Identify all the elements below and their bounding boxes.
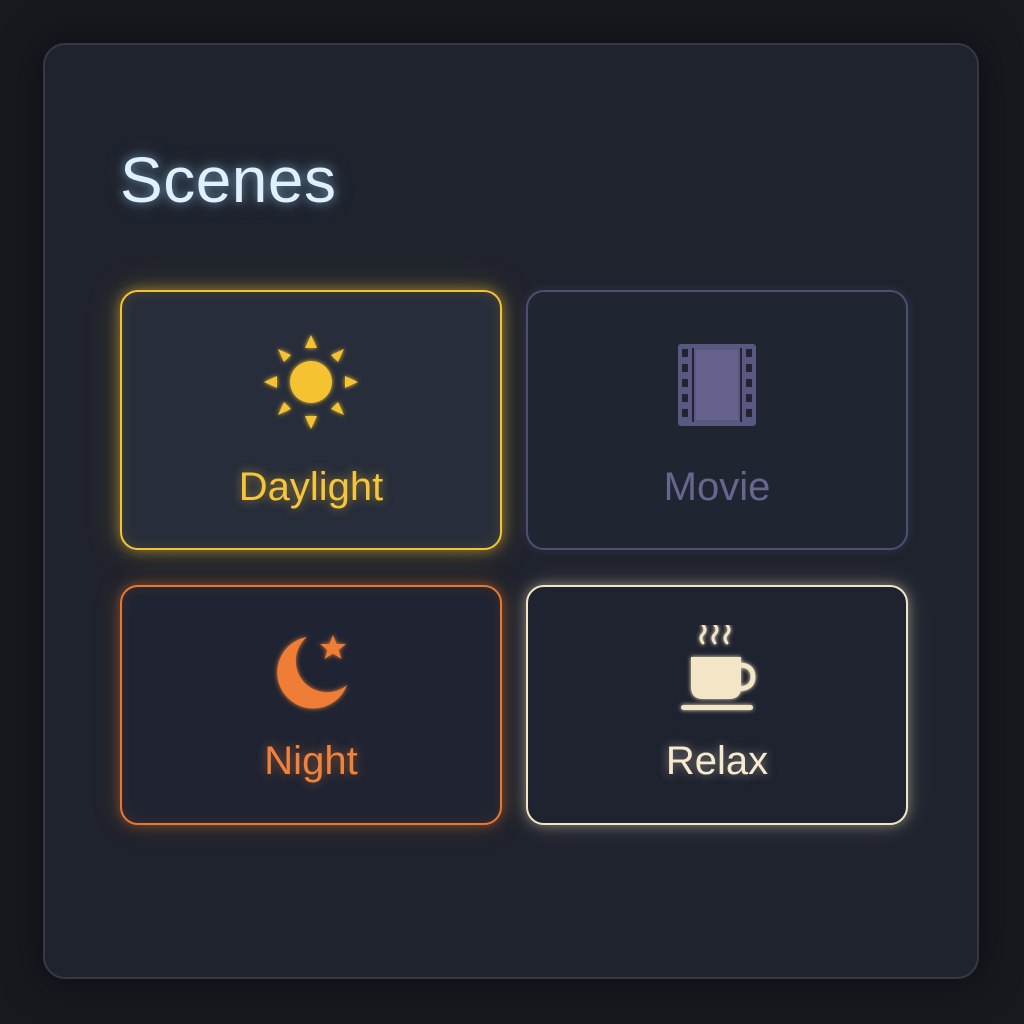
scene-label-movie: Movie	[663, 465, 771, 509]
scene-label-daylight: Daylight	[238, 465, 384, 509]
moon-star-icon	[277, 635, 347, 709]
scene-tile-daylight[interactable]: Daylight	[120, 290, 502, 550]
scene-label-night: Night	[264, 739, 358, 783]
panel-title: Scenes	[120, 144, 337, 216]
coffee-cup-icon	[681, 625, 756, 710]
scenes-panel: Scenes Daylight Movie Night Relax	[43, 43, 979, 979]
sun-icon	[264, 335, 358, 429]
film-icon	[678, 344, 756, 426]
scene-label-relax: Relax	[665, 739, 769, 783]
scene-tile-movie[interactable]: Movie	[526, 290, 908, 550]
scene-tile-relax[interactable]: Relax	[526, 585, 908, 825]
scene-tile-night[interactable]: Night	[120, 585, 502, 825]
